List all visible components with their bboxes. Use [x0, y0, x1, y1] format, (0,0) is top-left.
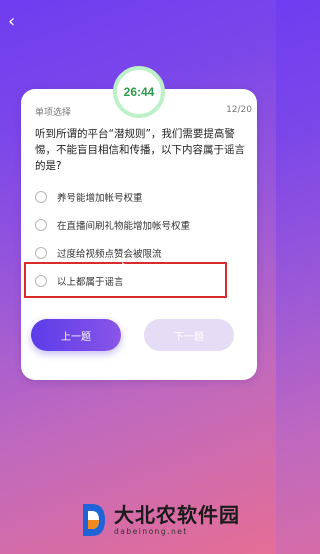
- radio-icon[interactable]: [35, 247, 47, 259]
- option-1[interactable]: 养号能增加帐号权重: [35, 186, 143, 208]
- radio-icon[interactable]: [35, 191, 47, 203]
- option-label: 以上都属于谣言: [57, 277, 124, 288]
- option-label: 在直播间刷礼物能增加帐号权重: [57, 221, 191, 232]
- timer-text: 26:44: [123, 85, 155, 99]
- question-text: 听到所谓的平台“潜规则”，我们需要提高警惕，不能盲目相信和传播，以下内容属于谣言…: [35, 128, 245, 172]
- logo-icon: [80, 500, 108, 540]
- option-2[interactable]: 在直播间刷礼物能增加帐号权重: [35, 214, 190, 236]
- next-question-button[interactable]: 下一题: [144, 319, 234, 351]
- radio-icon[interactable]: [35, 275, 47, 287]
- question-counter: 12/20: [226, 105, 252, 115]
- option-3[interactable]: 过度给视频点赞会被限流: [35, 242, 162, 264]
- option-4[interactable]: 以上都属于谣言: [35, 270, 124, 292]
- back-icon[interactable]: ‹: [8, 13, 24, 31]
- play-icon: [122, 262, 148, 294]
- question-type-label: 单项选择: [35, 108, 72, 118]
- radio-icon[interactable]: [35, 219, 47, 231]
- watermark-domain: dabeinong.net: [114, 527, 188, 536]
- prev-question-button[interactable]: 上一题: [31, 319, 121, 351]
- option-label: 养号能增加帐号权重: [57, 193, 143, 204]
- option-label: 过度给视频点赞会被限流: [57, 249, 162, 260]
- watermark: 大北农软件园 dabeinong.net: [80, 496, 240, 544]
- watermark-brand: 大北农软件园: [114, 503, 240, 527]
- countdown-timer: 26:44: [113, 66, 165, 118]
